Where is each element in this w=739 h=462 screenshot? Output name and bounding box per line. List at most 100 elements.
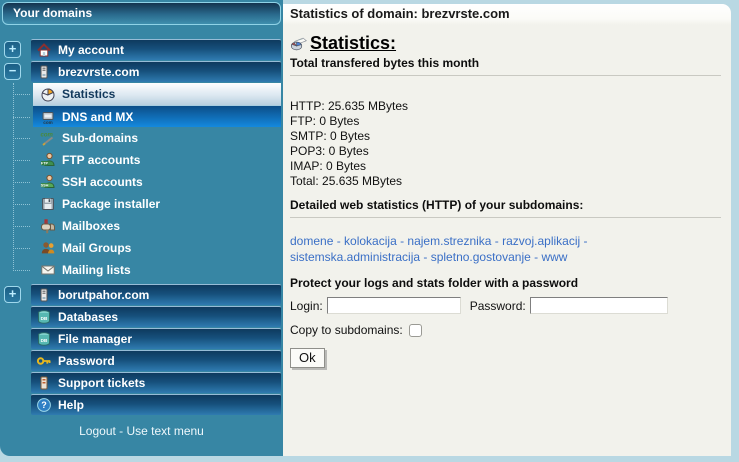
sidebar-item-support-tickets[interactable]: Support tickets	[31, 372, 281, 393]
ftp-user-icon: FTP	[39, 152, 56, 169]
sidebar-header: Your domains	[2, 2, 281, 25]
sidebar-item-label: brezvrste.com	[58, 65, 139, 79]
server-icon	[35, 64, 52, 81]
stat-line-smtp: SMTP: 0 Bytes	[290, 129, 721, 144]
copy-to-subdomains-checkbox[interactable]	[409, 324, 422, 337]
menu-row: DB File manager	[0, 328, 283, 349]
divider	[290, 75, 721, 76]
password-form-row: Login: Password:	[290, 297, 721, 314]
menu-row: − brezvrste.com	[0, 61, 283, 82]
subdomain-icon: com	[39, 130, 56, 147]
svg-text:FTP: FTP	[40, 161, 48, 165]
subdomain-links: domene - kolokacija - najem.streznika - …	[290, 233, 720, 265]
page-title: Statistics of domain: brezvrste.com	[283, 4, 731, 25]
sidebar-item-label: Password	[58, 354, 115, 368]
sidebar-item-label: File manager	[58, 332, 132, 346]
sidebar-item-sub-domains[interactable]: com Sub-domains	[33, 127, 281, 149]
control-panel-window: Your domains + My account− brezvrste.com St…	[0, 0, 739, 462]
login-label: Login:	[290, 299, 323, 313]
ok-button[interactable]: Ok	[290, 348, 325, 368]
stats-block: HTTP: 25.635 MBytesFTP: 0 BytesSMTP: 0 B…	[290, 99, 721, 189]
sidebar-item-my-account[interactable]: My account	[31, 39, 281, 60]
sidebar-item-label: FTP accounts	[62, 153, 140, 167]
sidebar-item-label: Statistics	[62, 87, 115, 101]
help-icon: ?	[35, 397, 52, 414]
sidebar-item-statistics[interactable]: Statistics	[33, 83, 281, 105]
subdomain-link-kolokacija[interactable]: kolokacija	[344, 234, 397, 248]
sidebar-item-ssh-accounts[interactable]: SSH SSH accounts	[33, 171, 281, 193]
menu-row: + borutpahor.com	[0, 284, 283, 305]
users-icon	[39, 240, 56, 257]
ticket-icon	[35, 375, 52, 392]
stat-line-imap: IMAP: 0 Bytes	[290, 159, 721, 174]
menu-row: Password	[0, 350, 283, 371]
key-icon	[35, 353, 52, 370]
sidebar-item-password[interactable]: Password	[31, 350, 281, 371]
database-icon: DB	[35, 309, 52, 326]
house-icon	[35, 42, 52, 59]
database-icon: DB	[35, 331, 52, 348]
svg-text:?: ?	[41, 400, 47, 410]
sidebar-item-label: Databases	[58, 310, 118, 324]
sidebar-item-file-manager[interactable]: DB File manager	[31, 328, 281, 349]
subdomain-link-najem-streznika[interactable]: najem.streznika	[407, 234, 491, 248]
sidebar-item-dns-and-mx[interactable]: comDNS and MX	[33, 105, 281, 127]
mailbox-icon	[39, 218, 56, 235]
svg-text:DB: DB	[40, 338, 47, 343]
expand-toggle-my-account[interactable]: +	[4, 41, 21, 58]
subdomain-link-sistemska-administracija[interactable]: sistemska.administracija	[290, 250, 420, 264]
sidebar-item-databases[interactable]: DB Databases	[31, 306, 281, 327]
subheading: Total transfered bytes this month	[290, 56, 721, 70]
statistics-heading: Statistics:	[310, 33, 396, 54]
envelope-icon	[39, 262, 56, 279]
copy-row: Copy to subdomains:	[290, 323, 721, 337]
password-input[interactable]	[530, 297, 668, 314]
menu-row: Support tickets	[0, 372, 283, 393]
stat-line-total: Total: 25.635 MBytes	[290, 174, 721, 189]
sidebar-item-ftp-accounts[interactable]: FTP FTP accounts	[33, 149, 281, 171]
menu-row: ? Help	[0, 394, 283, 415]
sidebar-item-mail-groups[interactable]: Mail Groups	[33, 237, 281, 259]
password-label: Password:	[470, 299, 526, 313]
subdomain-link-razvoj-aplikacij[interactable]: razvoj.aplikacij	[502, 234, 580, 248]
content: Statistics: Total transfered bytes this …	[283, 25, 731, 368]
submenu-brezvrste-com: StatisticscomDNS and MXcomSub-domainsFTP…	[0, 83, 283, 281]
sidebar-item-label: Package installer	[62, 197, 160, 211]
sidebar-item-label: Sub-domains	[62, 131, 138, 145]
svg-text:SSH: SSH	[40, 183, 48, 187]
pie3d-icon	[290, 35, 307, 52]
stat-line-ftp: FTP: 0 Bytes	[290, 114, 721, 129]
svg-text:DB: DB	[40, 316, 47, 321]
collapse-toggle-brezvrste-com[interactable]: −	[4, 63, 21, 80]
sidebar-item-package-installer[interactable]: Package installer	[33, 193, 281, 215]
logout-link[interactable]: Logout - Use text menu	[0, 424, 283, 438]
sidebar-item-label: Mail Groups	[62, 241, 131, 255]
sidebar: Your domains + My account− brezvrste.com St…	[0, 0, 283, 456]
subdomain-link-www[interactable]: www	[541, 250, 567, 264]
floppy-icon	[39, 196, 56, 213]
sidebar-menu: + My account− brezvrste.com Statistics comDN…	[0, 39, 283, 416]
sidebar-item-borutpahor-com[interactable]: borutpahor.com	[31, 284, 281, 305]
server-icon	[35, 287, 52, 304]
sidebar-item-help[interactable]: ? Help	[31, 394, 281, 415]
subdomain-link-domene[interactable]: domene	[290, 234, 333, 248]
subdomain-link-spletno-gostovanje[interactable]: spletno.gostovanje	[431, 250, 531, 264]
sidebar-item-label: SSH accounts	[62, 175, 143, 189]
sidebar-item-label: Mailboxes	[62, 219, 120, 233]
sidebar-item-label: Support tickets	[58, 376, 145, 390]
piechart-icon	[39, 86, 56, 103]
sidebar-item-mailboxes[interactable]: Mailboxes	[33, 215, 281, 237]
login-input[interactable]	[327, 297, 461, 314]
toggle-cell: +	[0, 286, 31, 303]
main-area: Statistics of domain: brezvrste.com Stat…	[283, 0, 739, 462]
toggle-cell: −	[0, 63, 31, 80]
sidebar-item-label: Help	[58, 398, 84, 412]
expand-toggle-borutpahor-com[interactable]: +	[4, 286, 21, 303]
copy-to-subdomains-label: Copy to subdomains:	[290, 323, 403, 337]
sidebar-item-brezvrste-com[interactable]: brezvrste.com	[31, 61, 281, 82]
detailed-heading: Detailed web statistics (HTTP) of your s…	[290, 198, 721, 212]
sidebar-item-mailing-lists[interactable]: Mailing lists	[33, 259, 281, 281]
protect-heading: Protect your logs and stats folder with …	[290, 276, 721, 290]
stat-line-http: HTTP: 25.635 MBytes	[290, 99, 721, 114]
dns-icon: com	[39, 108, 56, 125]
